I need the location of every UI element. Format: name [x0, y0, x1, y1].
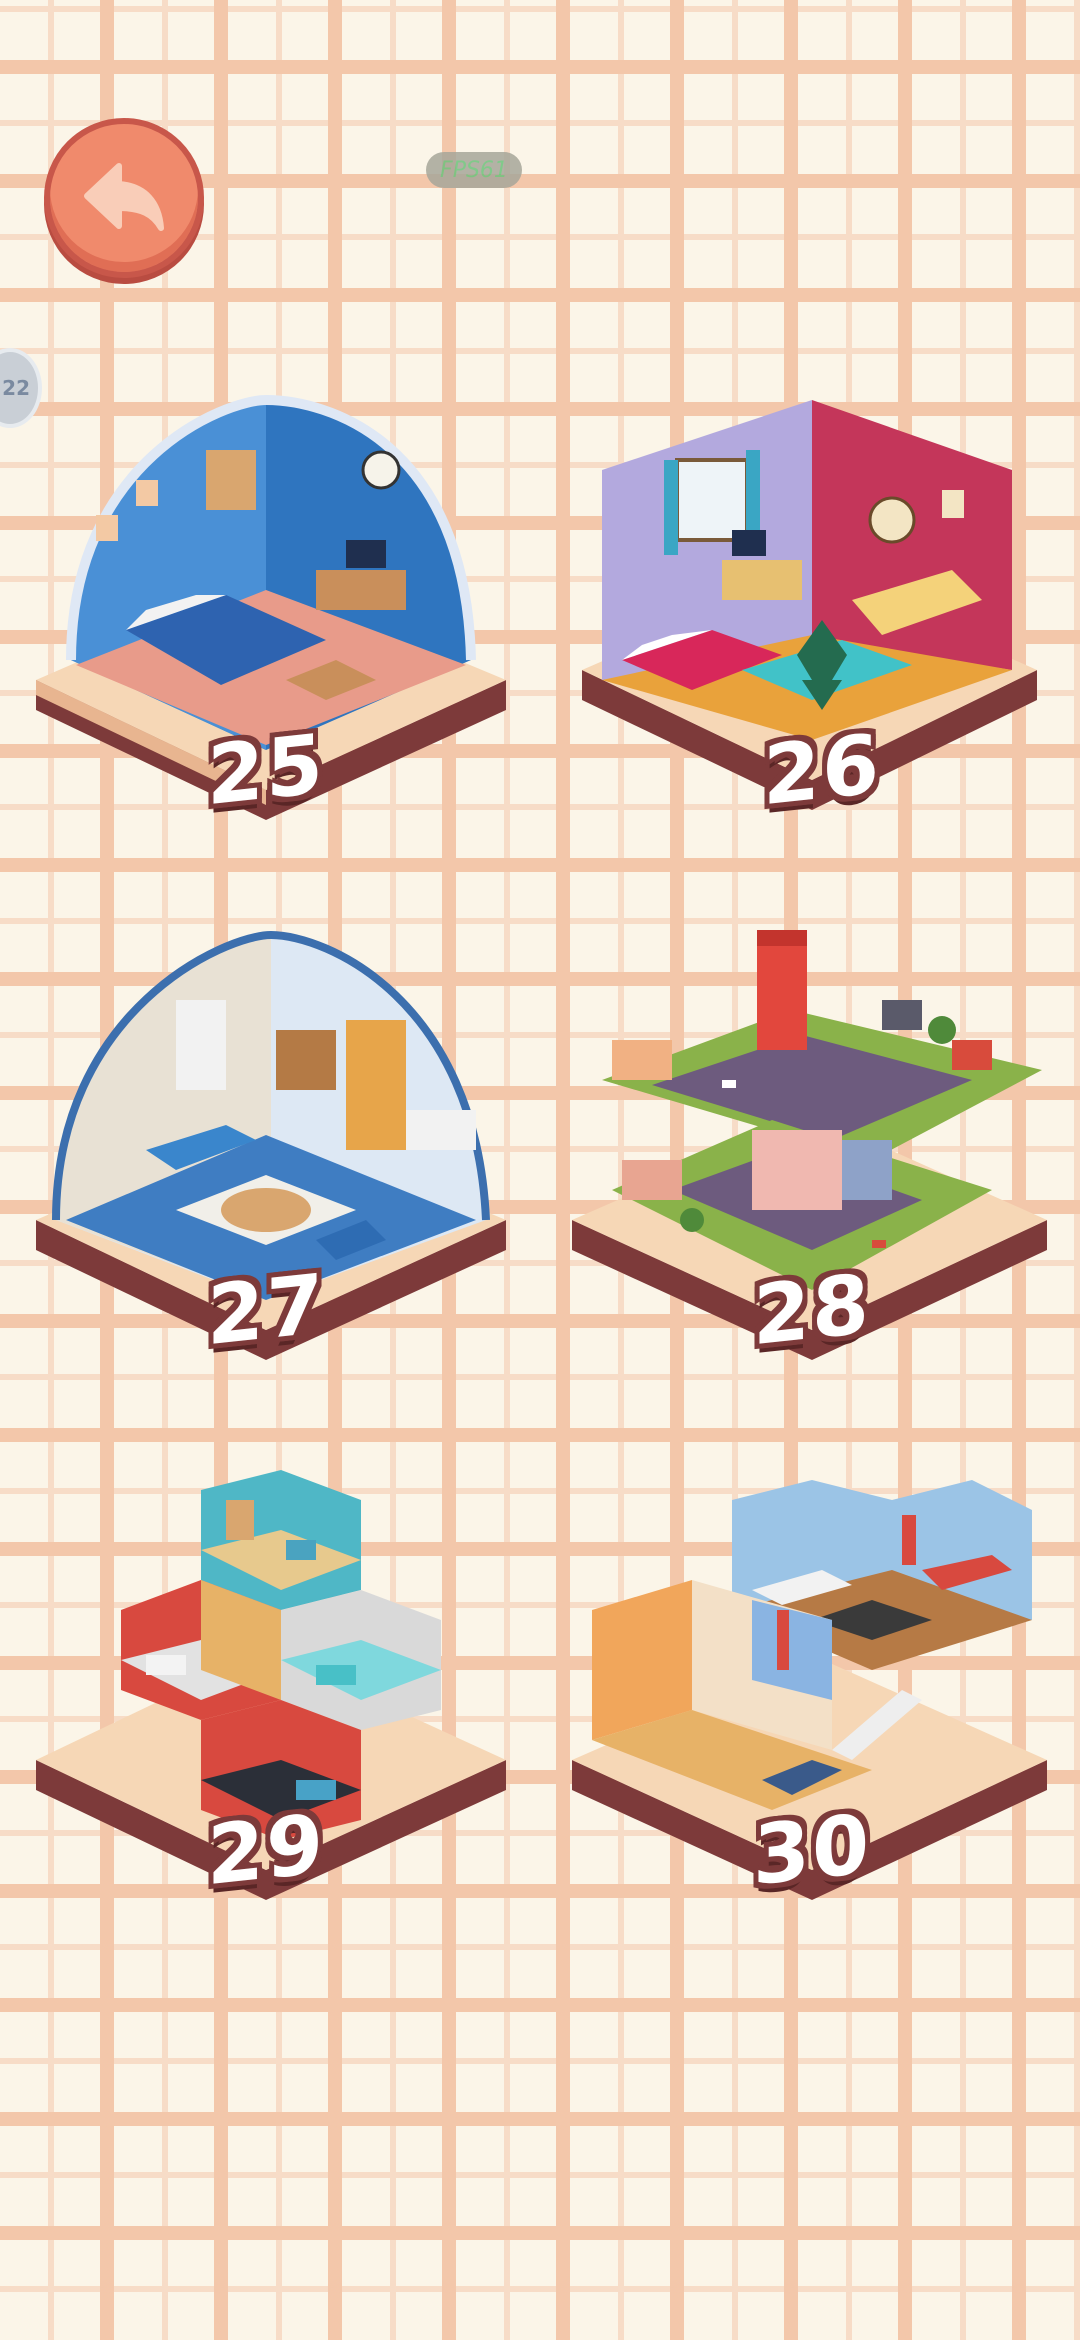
fps-counter: FPS61 [426, 152, 522, 188]
level-card-26[interactable]: 26 [582, 380, 1062, 824]
level-card-28[interactable]: 28 [572, 920, 1052, 1364]
level-card-27[interactable]: 27 [26, 920, 506, 1364]
level-card-25[interactable]: 25 [26, 380, 506, 824]
level-card-30[interactable]: 30 [572, 1460, 1052, 1904]
back-button[interactable] [44, 118, 204, 278]
back-arrow-icon [84, 163, 164, 231]
level-card-29[interactable]: 29 [26, 1460, 506, 1904]
